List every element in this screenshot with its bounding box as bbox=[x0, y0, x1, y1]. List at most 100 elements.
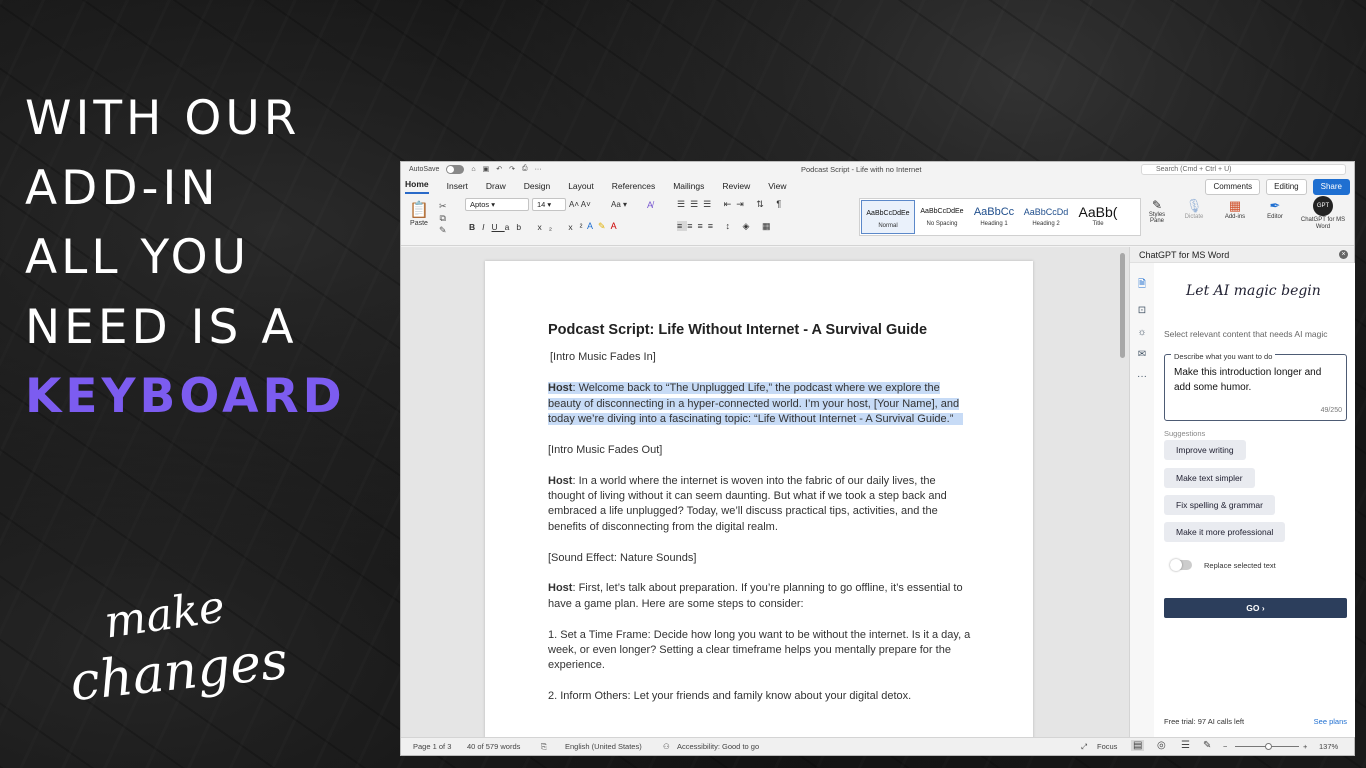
change-case-button[interactable]: Aa ▾ bbox=[611, 200, 627, 209]
paragraph-intro-music[interactable]: [Intro Music Fades In] bbox=[548, 350, 973, 365]
zoom-slider-handle[interactable] bbox=[1265, 743, 1272, 750]
share-button[interactable]: Share bbox=[1312, 179, 1350, 195]
print-icon[interactable]: ⎙ bbox=[522, 165, 528, 173]
text-color-buttons[interactable]: A✎A bbox=[587, 221, 622, 232]
promo-headline: WITH OUR ADD-IN ALL YOU NEED IS A KEYBOA… bbox=[25, 84, 346, 432]
zoom-in-icon[interactable]: + bbox=[1303, 742, 1307, 751]
script-line-2: changes bbox=[67, 630, 291, 714]
style-normal-name: Normal bbox=[878, 223, 898, 229]
focus-button[interactable]: Focus bbox=[1097, 742, 1117, 751]
document-page[interactable]: Podcast Script: Life Without Internet - … bbox=[485, 261, 1033, 737]
tab-design[interactable]: Design bbox=[524, 181, 550, 194]
paragraph-step-1[interactable]: 1. Set a Time Frame: Decide how long you… bbox=[548, 628, 973, 674]
editor-icon: ✒ bbox=[1269, 198, 1281, 213]
chatgpt-addin-button[interactable]: GPT ChatGPT for MS Word bbox=[1297, 196, 1349, 231]
chatgpt-addin-label: ChatGPT for MS Word bbox=[1300, 217, 1346, 230]
document-scrollbar[interactable] bbox=[1120, 247, 1126, 737]
paragraph-music-fades-out[interactable]: [Intro Music Fades Out] bbox=[548, 443, 973, 458]
align-buttons[interactable]: ≡≡≡≡ ↕ ◈ ▦ bbox=[677, 221, 775, 232]
paragraph-host-preparation[interactable]: Host: First, let’s talk about preparatio… bbox=[548, 581, 973, 612]
undo-icon[interactable]: ↶ bbox=[496, 165, 502, 173]
list-buttons[interactable]: ☰☰☰ ⇤⇥ ⇅ ¶ bbox=[677, 199, 786, 210]
page-count[interactable]: Page 1 of 3 bbox=[413, 742, 451, 751]
print-layout-icon[interactable]: ▤ bbox=[1131, 740, 1145, 751]
document-icon[interactable]: 🗎 bbox=[1138, 277, 1146, 294]
clear-format-icon[interactable]: A̸ bbox=[647, 200, 653, 210]
go-button[interactable]: GO › bbox=[1164, 598, 1347, 618]
see-plans-link[interactable]: See plans bbox=[1314, 717, 1347, 726]
style-heading-2[interactable]: AaBbCcDd Heading 2 bbox=[1020, 199, 1072, 235]
redo-icon[interactable]: ↷ bbox=[509, 165, 515, 173]
tab-layout[interactable]: Layout bbox=[568, 181, 594, 194]
word-count[interactable]: 40 of 579 words bbox=[467, 742, 520, 751]
document-canvas[interactable]: Podcast Script: Life Without Internet - … bbox=[401, 247, 1129, 737]
host-preparation-text: : First, let’s talk about preparation. I… bbox=[548, 582, 963, 610]
suggestion-make-simpler[interactable]: Make text simpler bbox=[1164, 468, 1255, 488]
document-title-heading[interactable]: Podcast Script: Life Without Internet - … bbox=[548, 322, 973, 338]
font-value: Aptos bbox=[470, 200, 490, 209]
replace-selected-toggle[interactable] bbox=[1170, 559, 1192, 571]
outline-icon[interactable]: ☰ bbox=[1181, 740, 1190, 751]
language[interactable]: English (United States) bbox=[565, 742, 642, 751]
clipboard-tools[interactable]: ✂ ⧉ ✎ bbox=[439, 200, 447, 236]
styles-pane-button[interactable]: ✎ Styles Pane bbox=[1145, 198, 1169, 224]
format-buttons[interactable]: BIUab x₂ x² bbox=[469, 222, 589, 232]
paragraph-host-welcome[interactable]: Host: Welcome back to “The Unplugged Lif… bbox=[548, 381, 973, 427]
style-title[interactable]: AaBb(Title bbox=[1072, 199, 1124, 235]
mail-icon[interactable]: ✉ bbox=[1138, 349, 1146, 360]
search-input[interactable]: Search (Cmd + Ctrl + U) bbox=[1141, 163, 1346, 175]
paragraph-step-2[interactable]: 2. Inform Others: Let your friends and f… bbox=[548, 689, 973, 704]
dictate-button[interactable]: 🎙 Dictate bbox=[1179, 198, 1209, 220]
grow-shrink-font[interactable]: A˄ A˅ bbox=[569, 200, 591, 209]
font-select[interactable]: Aptos ▾ bbox=[465, 198, 529, 211]
addins-button[interactable]: ▦ Add-ins bbox=[1219, 198, 1251, 220]
prompt-textarea[interactable]: Describe what you want to do Make this i… bbox=[1164, 349, 1347, 421]
autosave-toggle[interactable] bbox=[446, 164, 465, 174]
home-icon[interactable]: ⌂ bbox=[471, 166, 475, 173]
editor-button[interactable]: ✒ Editor bbox=[1261, 198, 1289, 220]
accessibility-status[interactable]: Accessibility: Good to go bbox=[677, 742, 759, 751]
tab-draw[interactable]: Draw bbox=[486, 181, 506, 194]
editing-button[interactable]: Editing bbox=[1266, 179, 1307, 195]
style-normal[interactable]: AaBbCcDdEe Normal bbox=[861, 200, 915, 234]
suggestion-fix-spelling[interactable]: Fix spelling & grammar bbox=[1164, 495, 1275, 515]
style-heading-1-preview: AaBbCc bbox=[973, 206, 1015, 218]
tab-mailings[interactable]: Mailings bbox=[673, 181, 704, 194]
headline-line-4: NEED IS A bbox=[25, 299, 298, 355]
pane-tagline: Let AI magic begin bbox=[1186, 283, 1321, 299]
save-icon[interactable]: ▣ bbox=[483, 165, 490, 173]
pane-body: Let AI magic begin Select relevant conte… bbox=[1154, 263, 1355, 737]
tab-references[interactable]: References bbox=[612, 181, 655, 194]
document-title[interactable]: Podcast Script - Life with no Internet bbox=[801, 165, 921, 174]
lightbulb-icon[interactable]: ☼ bbox=[1137, 327, 1146, 338]
more-icon[interactable]: ··· bbox=[535, 166, 542, 173]
style-heading-2-name: Heading 2 bbox=[1032, 221, 1060, 227]
web-layout-icon[interactable]: ◎ bbox=[1157, 740, 1166, 751]
suggestion-improve-writing[interactable]: Improve writing bbox=[1164, 440, 1246, 460]
focus-icon[interactable]: ⤢ bbox=[1081, 742, 1087, 752]
paragraph-sound-effect[interactable]: [Sound Effect: Nature Sounds] bbox=[548, 551, 973, 566]
style-heading-1[interactable]: AaBbCc Heading 1 bbox=[968, 199, 1020, 235]
suggestion-more-professional[interactable]: Make it more professional bbox=[1164, 522, 1286, 542]
more-icon[interactable]: ··· bbox=[1137, 371, 1147, 382]
style-no-spacing[interactable]: AaBbCcDdEe No Spacing bbox=[916, 199, 968, 235]
document-body[interactable]: Podcast Script: Life Without Internet - … bbox=[548, 322, 973, 720]
proofing-icon[interactable]: ⎘ bbox=[541, 742, 547, 752]
style-heading-1-name: Heading 1 bbox=[980, 221, 1008, 227]
tab-view[interactable]: View bbox=[768, 181, 786, 194]
headline-line-2: ADD-IN bbox=[25, 160, 220, 216]
zoom-out-icon[interactable]: − bbox=[1223, 742, 1227, 751]
font-size-select[interactable]: 14 ▾ bbox=[532, 198, 566, 211]
scroll-thumb[interactable] bbox=[1120, 253, 1125, 358]
tab-home[interactable]: Home bbox=[405, 179, 429, 194]
comments-button[interactable]: Comments bbox=[1205, 179, 1261, 195]
zoom-level[interactable]: 137% bbox=[1319, 742, 1338, 751]
draft-icon[interactable]: ✎ bbox=[1203, 740, 1211, 751]
tab-review[interactable]: Review bbox=[722, 181, 750, 194]
word-window: AutoSave ⌂ ▣ ↶ ↷ ⎙ ··· Podcast Script - … bbox=[400, 161, 1355, 756]
paste-button[interactable]: 📋 Paste bbox=[407, 200, 431, 227]
close-icon[interactable]: × bbox=[1339, 250, 1348, 259]
paragraph-host-world[interactable]: Host: In a world where the internet is w… bbox=[548, 474, 973, 536]
briefcase-icon[interactable]: ⊡ bbox=[1138, 305, 1146, 316]
tab-insert[interactable]: Insert bbox=[447, 181, 468, 194]
